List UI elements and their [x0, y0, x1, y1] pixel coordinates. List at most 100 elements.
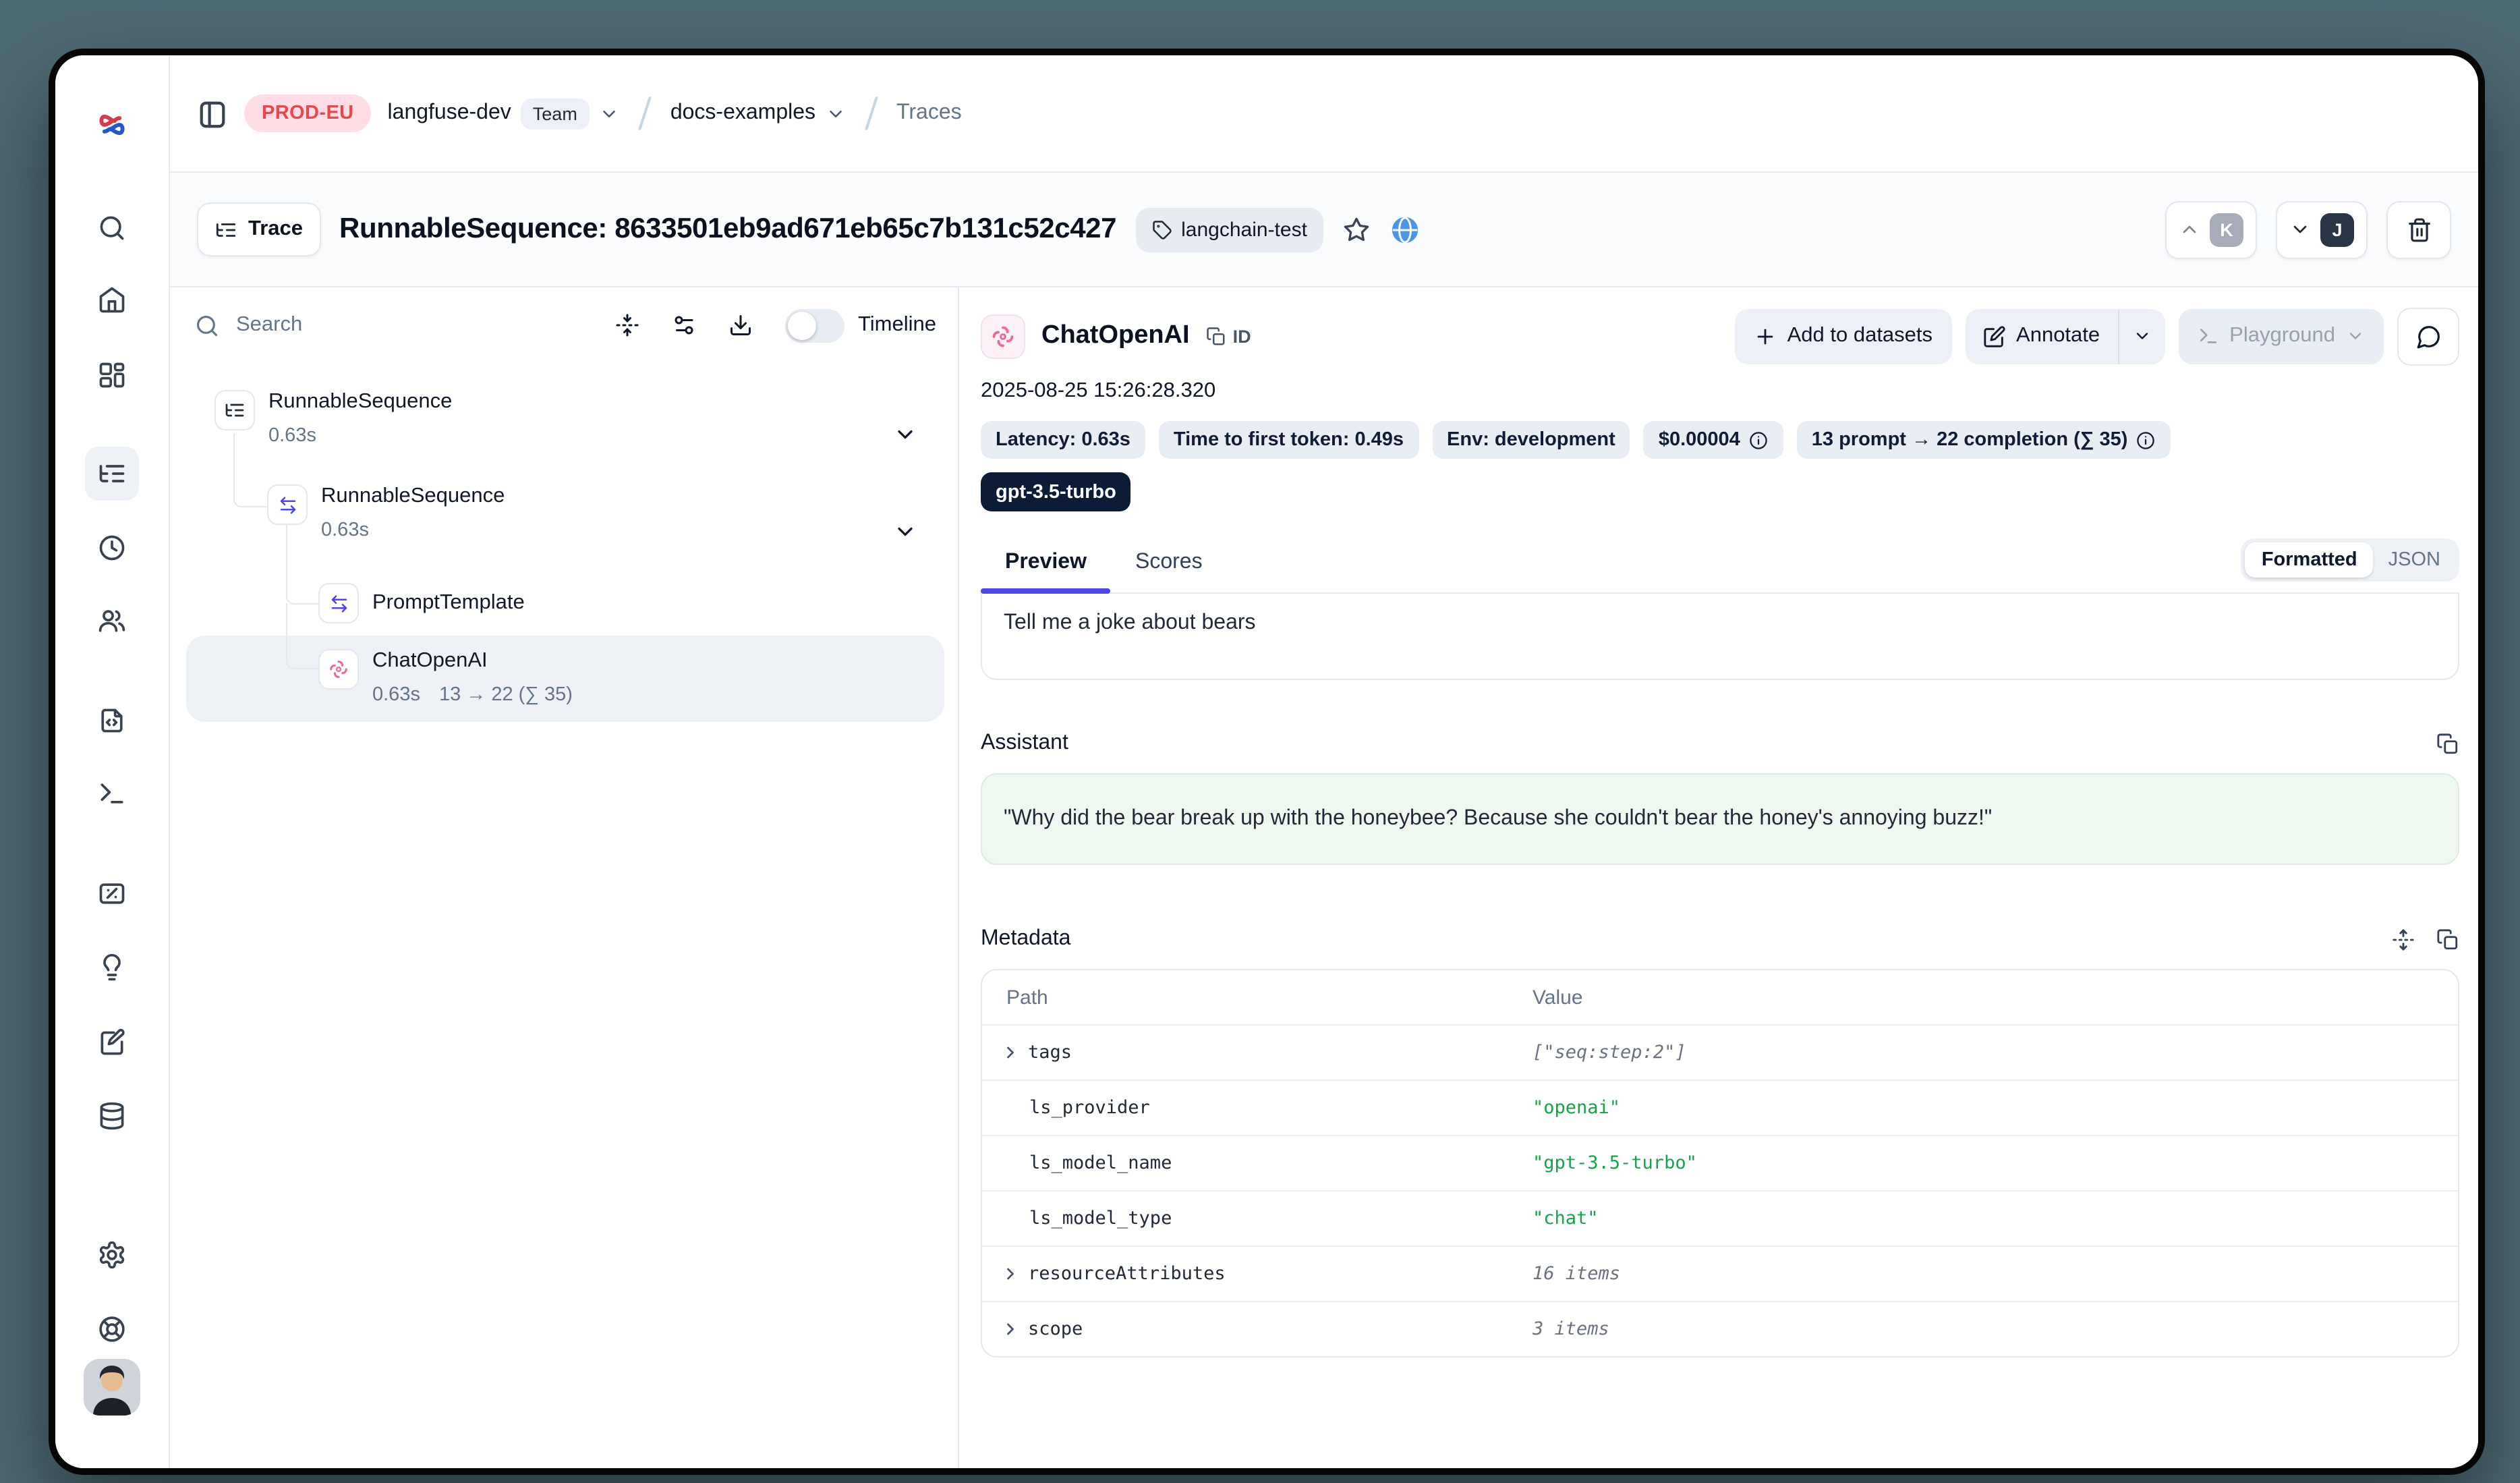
clock-icon	[97, 533, 127, 563]
chevron-down-icon[interactable]	[893, 422, 917, 447]
nav-rail	[55, 55, 169, 1468]
terminal-icon	[2197, 325, 2218, 347]
env-region-badge[interactable]: PROD-EU	[244, 94, 372, 132]
org-selector[interactable]: langfuse-dev Team	[388, 98, 619, 129]
sidebar-item-playground[interactable]	[85, 766, 139, 820]
info-icon	[2136, 430, 2156, 450]
tree-row-chat-openai[interactable]: ChatOpenAI 0.63s13 → 22 (∑ 35)	[192, 646, 936, 710]
meta-value: ["seq:step:2"]	[1533, 1042, 2458, 1063]
format-json-option[interactable]: JSON	[2374, 542, 2455, 578]
user-avatar[interactable]	[84, 1359, 140, 1416]
trace-type-badge: Trace	[197, 202, 320, 256]
prev-trace-button[interactable]: K	[2165, 200, 2257, 258]
tree-row-sequence[interactable]: RunnableSequence 0.63s	[192, 482, 936, 545]
tokens-badge[interactable]: 13 prompt → 22 completion (∑ 35)	[1797, 421, 2171, 459]
sidebar-item-prompts[interactable]	[85, 694, 139, 748]
meta-value: "openai"	[1533, 1097, 2458, 1119]
arrows-left-right-icon	[318, 583, 359, 623]
sidebar-item-search[interactable]	[85, 201, 139, 255]
chevron-down-icon	[2346, 327, 2365, 345]
table-row: ls_model_name "gpt-3.5-turbo"	[982, 1135, 2458, 1190]
list-tree-icon	[97, 459, 127, 488]
sidebar-item-home[interactable]	[85, 273, 139, 327]
chevron-right-icon	[1001, 1043, 1020, 1062]
view-settings-icon[interactable]	[672, 313, 696, 337]
id-label: ID	[1233, 326, 1251, 346]
format-toggle: Formatted JSON	[2241, 538, 2459, 582]
annotate-button[interactable]: Annotate	[1965, 308, 2117, 364]
column-value: Value	[1533, 986, 2458, 1009]
sidebar-item-users[interactable]	[85, 594, 139, 648]
org-type-badge: Team	[521, 98, 590, 129]
langfuse-logo-icon	[94, 107, 130, 143]
sidebar-item-scores[interactable]	[85, 866, 139, 920]
copy-icon[interactable]	[2436, 732, 2459, 755]
tree-row-prompt-template[interactable]: PromptTemplate	[192, 576, 936, 630]
node-label: ChatOpenAI	[372, 649, 488, 672]
node-label: RunnableSequence	[268, 390, 452, 413]
download-icon[interactable]	[728, 313, 753, 337]
trace-title: RunnableSequence: 8633501eb9ad671eb65c7b…	[339, 213, 1116, 246]
meta-value: 16 items	[1533, 1263, 2458, 1285]
format-formatted-option[interactable]: Formatted	[2245, 542, 2374, 578]
sidebar-item-support[interactable]	[85, 1302, 139, 1356]
meta-key: scope	[1028, 1318, 1083, 1340]
lightbulb-icon	[97, 953, 127, 982]
panel-left-toggle-icon[interactable]	[197, 98, 228, 129]
sidebar-item-datasets[interactable]	[85, 1089, 139, 1143]
timeline-toggle-label: Timeline	[858, 313, 936, 337]
metadata-section-title: Metadata	[981, 927, 1070, 951]
observation-detail-panel: ChatOpenAI ID Add to datasets	[959, 287, 2478, 1468]
annotate-dropdown-button[interactable]	[2119, 308, 2165, 364]
copy-id-button[interactable]: ID	[1206, 326, 1251, 346]
detail-tabs: Preview Scores Formatted JSON	[981, 538, 2459, 594]
org-name: langfuse-dev	[388, 101, 511, 125]
tab-scores[interactable]: Scores	[1111, 542, 1227, 592]
expand-all-icon[interactable]	[2392, 928, 2415, 951]
next-trace-button[interactable]: J	[2276, 200, 2368, 258]
comments-button[interactable]	[2397, 307, 2459, 365]
users-icon	[97, 606, 127, 636]
sidebar-item-dashboards[interactable]	[85, 348, 139, 402]
chevron-down-icon	[825, 103, 845, 123]
globe-icon[interactable]	[1390, 214, 1421, 245]
breadcrumb-page[interactable]: Traces	[896, 101, 962, 125]
chevron-down-icon[interactable]	[893, 520, 917, 544]
trace-tag-badge[interactable]: langchain-test	[1135, 207, 1323, 252]
delete-trace-button[interactable]	[2386, 200, 2451, 258]
table-row[interactable]: tags ["seq:step:2"]	[982, 1024, 2458, 1080]
copy-icon[interactable]	[2436, 928, 2459, 951]
metadata-table-header: Path Value	[982, 970, 2458, 1024]
node-tokens: 13 → 22 (∑ 35)	[439, 681, 573, 710]
add-to-datasets-button[interactable]: Add to datasets	[1735, 308, 1951, 364]
breadcrumb-separator	[864, 96, 878, 131]
tab-preview[interactable]: Preview	[981, 542, 1111, 592]
tree-row-root[interactable]: RunnableSequence 0.63s	[192, 387, 936, 451]
tag-icon	[1151, 219, 1172, 240]
model-badge[interactable]: gpt-3.5-turbo	[981, 472, 1131, 511]
timeline-toggle[interactable]	[785, 308, 844, 342]
table-row: ls_model_type "chat"	[982, 1190, 2458, 1246]
sidebar-item-settings[interactable]	[85, 1228, 139, 1282]
meta-key: ls_model_type	[1029, 1208, 1172, 1229]
sidebar-item-sessions[interactable]	[85, 521, 139, 575]
chevron-right-icon	[1001, 1264, 1020, 1283]
project-selector[interactable]: docs-examples	[670, 101, 845, 125]
chevron-down-icon	[2132, 327, 2151, 345]
tree-search-input[interactable]	[233, 312, 602, 339]
sidebar-item-tracing[interactable]	[85, 447, 139, 501]
playground-button[interactable]: Playground	[2178, 308, 2384, 364]
table-row[interactable]: resourceAttributes 16 items	[982, 1246, 2458, 1301]
chevron-down-icon	[599, 103, 619, 123]
meta-key: tags	[1028, 1042, 1072, 1063]
cost-badge[interactable]: $0.00004	[1644, 421, 1783, 459]
collapse-all-icon[interactable]	[615, 313, 639, 337]
keycap-j: J	[2320, 213, 2354, 246]
star-icon[interactable]	[1342, 215, 1371, 244]
table-row[interactable]: scope 3 items	[982, 1301, 2458, 1356]
meta-value: "chat"	[1533, 1208, 2458, 1229]
sidebar-item-evaluation[interactable]	[85, 941, 139, 995]
keycap-k: K	[2210, 213, 2243, 246]
assistant-message-text: "Why did the bear break up with the hone…	[1004, 807, 1992, 831]
sidebar-item-annotation[interactable]	[85, 1016, 139, 1070]
